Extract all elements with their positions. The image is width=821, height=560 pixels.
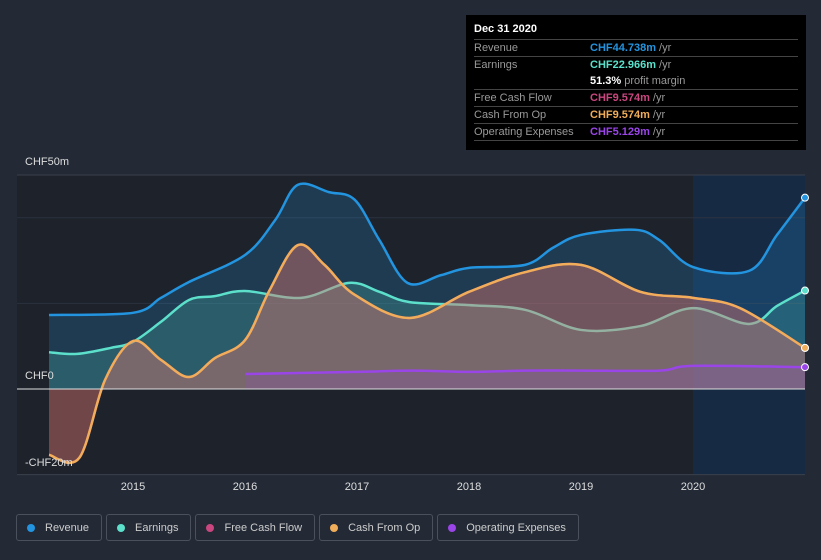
tooltip: Dec 31 2020 Revenue CHF44.738m/yr Earning… [466, 15, 806, 150]
legend-label: Revenue [45, 521, 90, 534]
legend-dot-icon [206, 523, 215, 532]
legend-label: Operating Expenses [466, 521, 566, 534]
legend-dot-icon [117, 523, 126, 532]
earnings-end-point [801, 286, 809, 295]
legend-item-earnings[interactable]: Earnings [106, 514, 192, 541]
legend-label: Cash From Op [348, 521, 421, 534]
tooltip-row-earnings: Earnings CHF22.966m/yr [474, 57, 798, 73]
tooltip-unit: /yr [652, 109, 666, 121]
legend-dot-icon [27, 523, 35, 532]
tooltip-value: CHF9.574m [590, 92, 650, 104]
tooltip-unit: /yr [659, 59, 672, 71]
tooltip-value: 51.3% [590, 75, 622, 87]
cash-from-op-end-point [801, 343, 809, 352]
tooltip-row-fcf: Free Cash Flow CHF9.574m/yr [474, 90, 798, 107]
tooltip-row-revenue: Revenue CHF44.738m/yr [474, 40, 798, 57]
legend-item-free-cash-flow[interactable]: Free Cash Flow [195, 514, 316, 541]
tooltip-unit: profit margin [624, 75, 686, 87]
y-tick-label: CHF0 [25, 370, 54, 382]
tooltip-row-margin: 51.3% profit margin [474, 73, 798, 90]
tooltip-label: Operating Expenses [474, 126, 574, 138]
legend-item-cash-from-op[interactable]: Cash From Op [319, 514, 434, 541]
x-tick-label: 2020 [680, 481, 706, 493]
tooltip-unit: /yr [652, 126, 666, 138]
y-tick-label: -CHF20m [25, 457, 73, 469]
tooltip-value: CHF9.574m [590, 109, 650, 121]
legend-item-revenue[interactable]: Revenue [16, 514, 103, 541]
tooltip-value: CHF22.966m [590, 59, 657, 71]
x-tick-label: 2015 [120, 481, 146, 493]
x-tick-label: 2016 [232, 481, 258, 493]
legend: Revenue Earnings Free Cash Flow Cash Fro… [16, 514, 579, 541]
legend-label: Earnings [135, 521, 179, 534]
tooltip-value: CHF5.129m [590, 126, 650, 138]
tooltip-label: Earnings [474, 59, 518, 71]
x-tick-label: 2017 [344, 481, 370, 493]
legend-dot-icon [330, 523, 339, 532]
revenue-end-point [801, 193, 809, 202]
x-tick-label: 2018 [456, 481, 482, 493]
y-tick-label: CHF50m [25, 156, 70, 168]
tooltip-label: Cash From Op [474, 109, 547, 121]
tooltip-unit: /yr [652, 92, 666, 104]
legend-label: Free Cash Flow [224, 521, 303, 534]
tooltip-row-cfo: Cash From Op CHF9.574m/yr [474, 107, 798, 124]
tooltip-value: CHF44.738m [590, 42, 657, 54]
tooltip-row-opex: Operating Expenses CHF5.129m/yr [474, 124, 798, 141]
legend-item-operating-expenses[interactable]: Operating Expenses [437, 514, 579, 541]
x-tick-label: 2019 [568, 481, 594, 493]
legend-dot-icon [448, 523, 457, 532]
tooltip-label: Free Cash Flow [474, 92, 552, 104]
tooltip-label: Revenue [474, 42, 519, 54]
tooltip-date: Dec 31 2020 [474, 23, 798, 40]
operating-expenses-end-point [801, 363, 809, 372]
tooltip-unit: /yr [659, 42, 672, 54]
